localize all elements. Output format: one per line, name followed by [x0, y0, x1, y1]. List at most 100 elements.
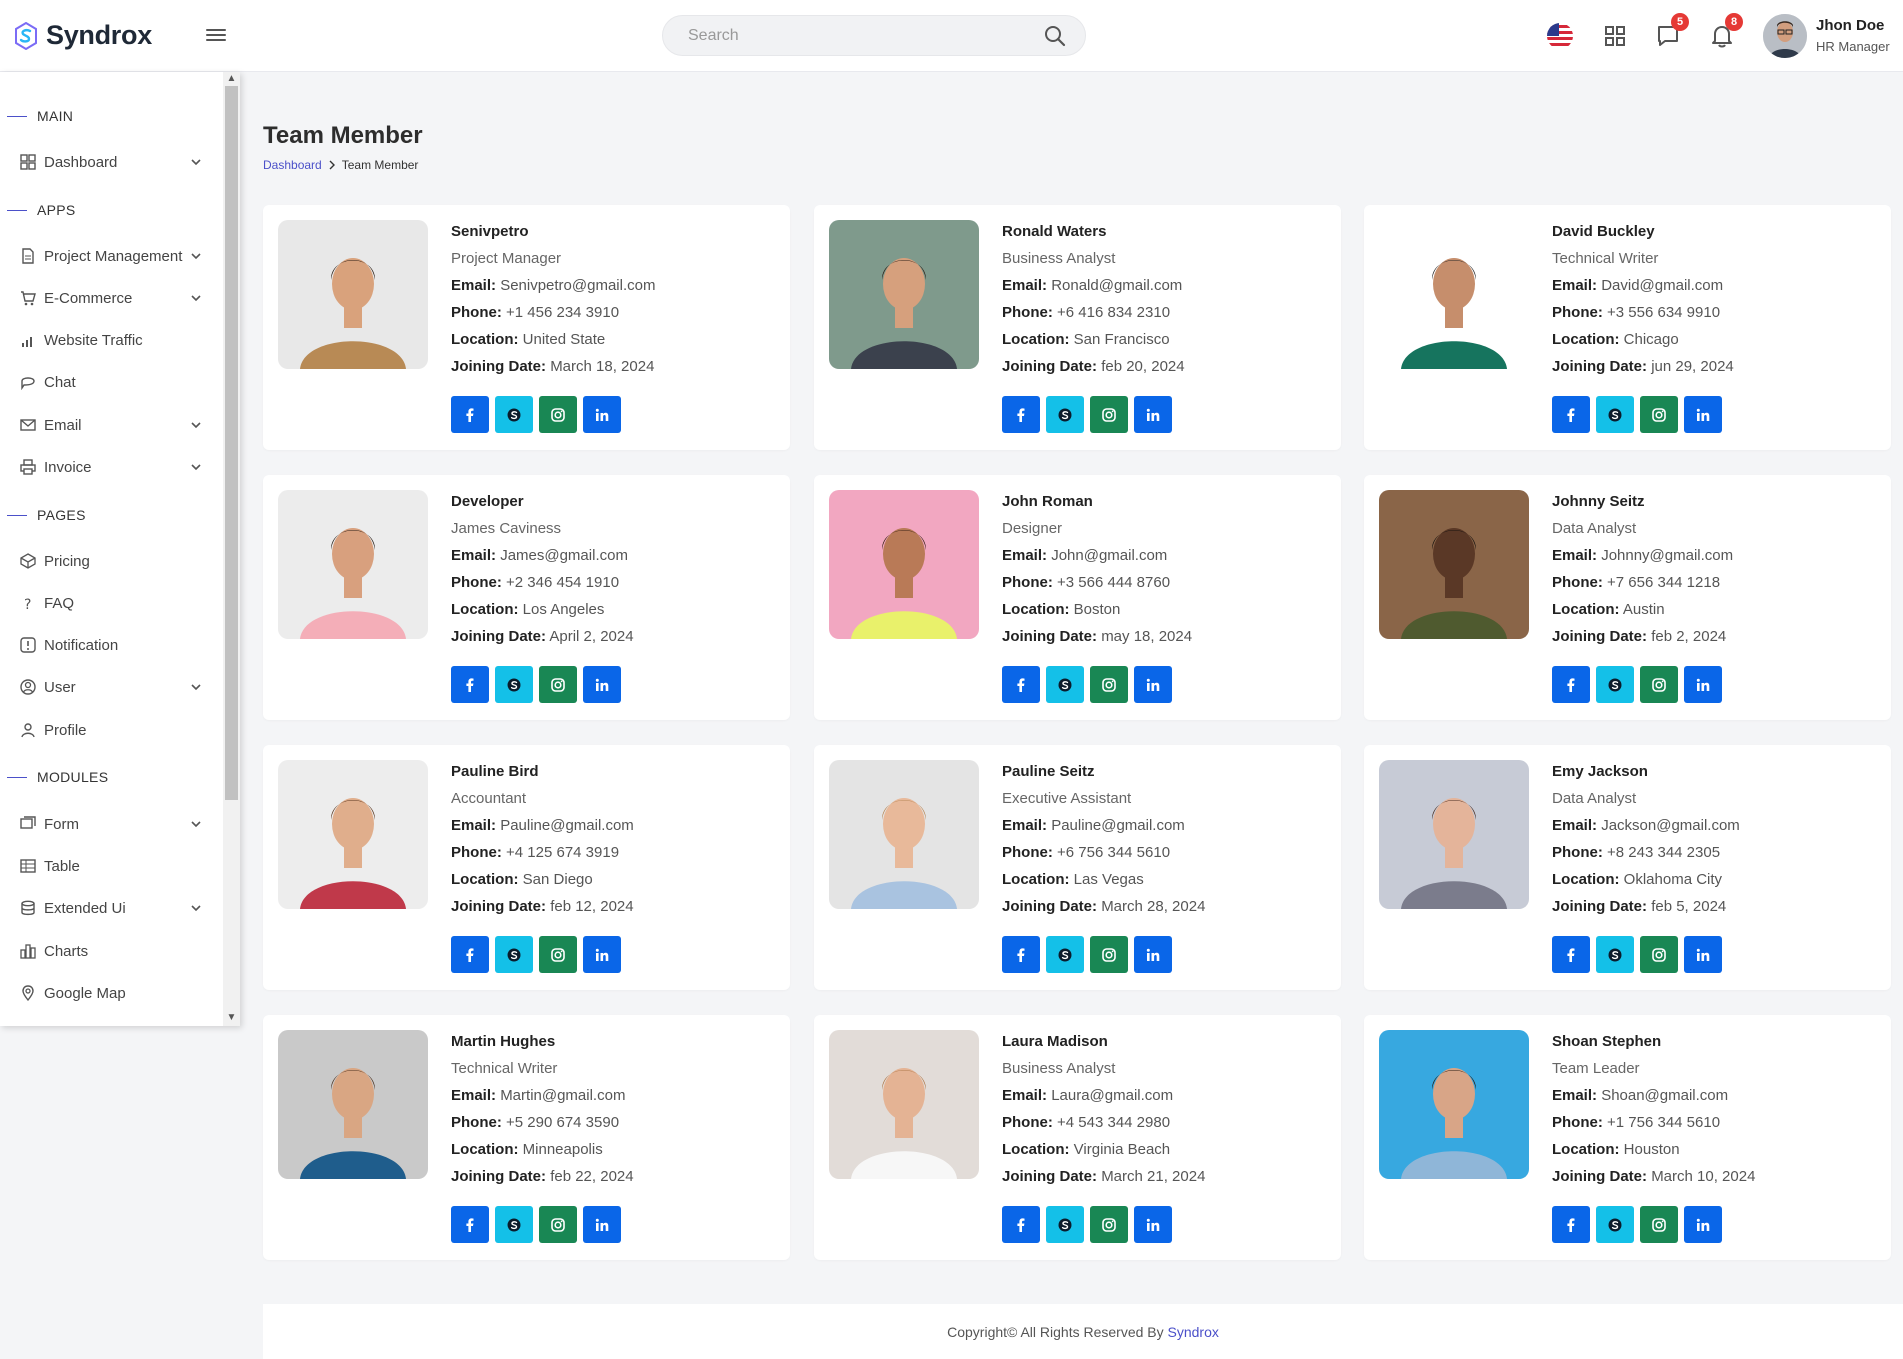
- user-name[interactable]: Jhon Doe: [1816, 17, 1884, 34]
- sidebar-item-website-traffic[interactable]: Website Traffic: [20, 325, 210, 355]
- skype-icon[interactable]: [495, 1206, 533, 1243]
- instagram-icon[interactable]: [539, 666, 577, 703]
- skype-icon[interactable]: [1046, 1206, 1084, 1243]
- chevron-right-icon: [329, 160, 335, 170]
- member-joining-date: Joining Date: March 28, 2024: [1002, 898, 1206, 915]
- scrollbar-thumb[interactable]: [225, 86, 238, 800]
- alert-icon: [20, 637, 36, 653]
- member-phone: Phone: +5 290 674 3590: [451, 1114, 620, 1131]
- linkedin-icon[interactable]: [1134, 396, 1172, 433]
- skype-icon[interactable]: [1596, 666, 1634, 703]
- facebook-icon[interactable]: [451, 1206, 489, 1243]
- messages-icon[interactable]: 5: [1655, 13, 1689, 49]
- linkedin-icon[interactable]: [583, 396, 621, 433]
- facebook-icon[interactable]: [451, 936, 489, 973]
- skype-icon[interactable]: [495, 936, 533, 973]
- skype-icon[interactable]: [1046, 936, 1084, 973]
- sidebar-item-user[interactable]: User: [20, 672, 210, 702]
- facebook-icon[interactable]: [1002, 666, 1040, 703]
- instagram-icon[interactable]: [1640, 666, 1678, 703]
- us-flag-icon[interactable]: [1547, 23, 1573, 49]
- sidebar-item-ecommerce[interactable]: E-Commerce: [20, 283, 210, 313]
- database-icon: [21, 900, 35, 916]
- breadcrumb-dashboard-link[interactable]: Dashboard: [263, 158, 322, 172]
- skype-icon[interactable]: [495, 666, 533, 703]
- member-joining-date: Joining Date: feb 2, 2024: [1552, 628, 1727, 645]
- instagram-icon[interactable]: [1090, 666, 1128, 703]
- sidebar-item-invoice[interactable]: Invoice: [20, 452, 210, 482]
- facebook-icon[interactable]: [1552, 1206, 1590, 1243]
- section-modules: MODULES: [7, 769, 108, 785]
- facebook-icon[interactable]: [1002, 936, 1040, 973]
- document-icon: [22, 248, 34, 264]
- linkedin-icon[interactable]: [583, 1206, 621, 1243]
- scroll-up-icon[interactable]: ▲: [226, 74, 237, 84]
- search-input[interactable]: [663, 26, 1043, 45]
- logo[interactable]: Syndrox: [14, 20, 152, 51]
- linkedin-icon[interactable]: [1134, 666, 1172, 703]
- instagram-icon[interactable]: [1640, 936, 1678, 973]
- facebook-icon[interactable]: [1002, 396, 1040, 433]
- skype-icon[interactable]: [495, 396, 533, 433]
- linkedin-icon[interactable]: [1684, 936, 1722, 973]
- skype-icon[interactable]: [1596, 1206, 1634, 1243]
- member-location: Location: Virginia Beach: [1002, 1141, 1171, 1158]
- search-icon[interactable]: [1043, 24, 1067, 48]
- sidebar-item-chat[interactable]: Chat: [20, 367, 210, 397]
- footer-brand-link[interactable]: Syndrox: [1168, 1324, 1219, 1340]
- menu-toggle-icon[interactable]: [206, 26, 226, 44]
- facebook-icon[interactable]: [1552, 936, 1590, 973]
- sidebar-item-extended-ui[interactable]: Extended Ui: [20, 893, 210, 923]
- sidebar-item-pricing[interactable]: Pricing: [20, 546, 210, 576]
- sidebar-item-form[interactable]: Form: [20, 809, 210, 839]
- member-phone: Phone: +3 556 634 9910: [1552, 304, 1721, 321]
- sidebar-item-dashboard[interactable]: Dashboard: [20, 147, 210, 177]
- instagram-icon[interactable]: [1090, 936, 1128, 973]
- sidebar-item-project-management[interactable]: Project Management: [20, 241, 210, 271]
- sidebar-item-google-map[interactable]: Google Map: [20, 978, 210, 1008]
- instagram-icon[interactable]: [1090, 1206, 1128, 1243]
- form-icon: [20, 816, 36, 829]
- linkedin-icon[interactable]: [1684, 396, 1722, 433]
- notifications-bell-icon[interactable]: 8: [1709, 13, 1743, 49]
- linkedin-icon[interactable]: [1684, 1206, 1722, 1243]
- instagram-icon[interactable]: [539, 936, 577, 973]
- scroll-down-icon[interactable]: ▼: [226, 1013, 237, 1023]
- chevron-down-icon: [191, 464, 201, 471]
- sidebar-item-notification[interactable]: Notification: [20, 630, 210, 660]
- instagram-icon[interactable]: [1640, 396, 1678, 433]
- linkedin-icon[interactable]: [583, 936, 621, 973]
- facebook-icon[interactable]: [1552, 396, 1590, 433]
- facebook-icon[interactable]: [1552, 666, 1590, 703]
- facebook-icon[interactable]: [1002, 1206, 1040, 1243]
- member-joining-date: Joining Date: March 21, 2024: [1002, 1168, 1206, 1185]
- instagram-icon[interactable]: [1640, 1206, 1678, 1243]
- social-links: [1552, 1206, 1722, 1243]
- skype-icon[interactable]: [1046, 666, 1084, 703]
- member-location: Location: Los Angeles: [451, 601, 605, 618]
- facebook-icon[interactable]: [451, 666, 489, 703]
- sidebar-item-charts[interactable]: Charts: [20, 936, 210, 966]
- skype-icon[interactable]: [1596, 396, 1634, 433]
- chevron-down-icon: [191, 159, 201, 166]
- skype-icon[interactable]: [1596, 936, 1634, 973]
- linkedin-icon[interactable]: [1134, 936, 1172, 973]
- svg-text:?: ?: [24, 597, 31, 611]
- breadcrumb: Dashboard Team Member: [263, 158, 418, 172]
- instagram-icon[interactable]: [539, 1206, 577, 1243]
- sidebar-item-table[interactable]: Table: [20, 851, 210, 881]
- sidebar-item-faq[interactable]: ? FAQ: [20, 588, 210, 618]
- linkedin-icon[interactable]: [1134, 1206, 1172, 1243]
- skype-icon[interactable]: [1046, 396, 1084, 433]
- sidebar-scrollbar[interactable]: ▲ ▼: [223, 72, 240, 1026]
- linkedin-icon[interactable]: [1684, 666, 1722, 703]
- instagram-icon[interactable]: [539, 396, 577, 433]
- member-location: Location: San Francisco: [1002, 331, 1170, 348]
- user-avatar[interactable]: [1763, 14, 1807, 58]
- apps-grid-icon[interactable]: [1602, 23, 1628, 49]
- sidebar-item-profile[interactable]: Profile: [20, 715, 210, 745]
- instagram-icon[interactable]: [1090, 396, 1128, 433]
- linkedin-icon[interactable]: [583, 666, 621, 703]
- facebook-icon[interactable]: [451, 396, 489, 433]
- sidebar-item-email[interactable]: Email: [20, 410, 210, 440]
